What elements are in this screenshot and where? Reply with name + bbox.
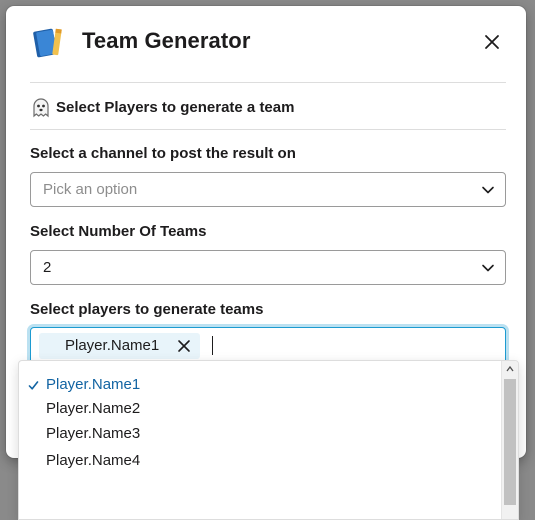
modal-title: Team Generator — [82, 28, 251, 53]
dropdown-option-player-2[interactable]: Player.Name2 — [19, 397, 499, 421]
text-caret — [212, 336, 213, 355]
channel-placeholder: Pick an option — [43, 181, 138, 198]
book-icon — [30, 24, 66, 60]
ghost-icon — [33, 98, 49, 118]
remove-chip-icon[interactable] — [176, 338, 192, 354]
num-teams-label: Select Number Of Teams — [30, 223, 207, 240]
chip-label: Player.Name1 — [65, 337, 160, 354]
dropdown-option-player-4[interactable]: Player.Name4 — [19, 449, 499, 473]
players-label: Select players to generate teams — [30, 301, 264, 318]
num-teams-value: 2 — [43, 259, 52, 276]
channel-label: Select a channel to post the result on — [30, 145, 296, 162]
option-label: Player.Name4 — [46, 452, 141, 469]
scroll-up-arrow-icon[interactable] — [506, 365, 514, 373]
header-divider — [30, 82, 506, 83]
dropdown-scrollbar[interactable] — [501, 361, 518, 519]
section-heading: Select Players to generate a team — [30, 94, 294, 120]
channel-select[interactable]: Pick an option — [30, 172, 506, 207]
chevron-down-icon — [482, 264, 494, 272]
dropdown-option-player-1[interactable]: Player.Name1 — [19, 373, 499, 397]
players-dropdown-menu: Player.Name1 Player.Name2 Player.Name3 P… — [18, 360, 519, 520]
modal-header: Team Generator — [6, 6, 526, 82]
dropdown-option-player-3[interactable]: Player.Name3 — [19, 422, 499, 446]
option-label: Player.Name1 — [46, 376, 141, 393]
section-divider — [30, 129, 506, 130]
close-button[interactable] — [478, 28, 506, 56]
checkmark-icon — [28, 381, 39, 390]
selected-player-chip: Player.Name1 — [39, 333, 200, 359]
option-label: Player.Name2 — [46, 400, 141, 417]
num-teams-select[interactable]: 2 — [30, 250, 506, 285]
scrollbar-thumb[interactable] — [504, 379, 516, 505]
option-label: Player.Name3 — [46, 425, 141, 442]
section-heading-text: Select Players to generate a team — [56, 98, 295, 116]
chevron-down-icon — [482, 186, 494, 194]
close-icon — [485, 35, 499, 49]
